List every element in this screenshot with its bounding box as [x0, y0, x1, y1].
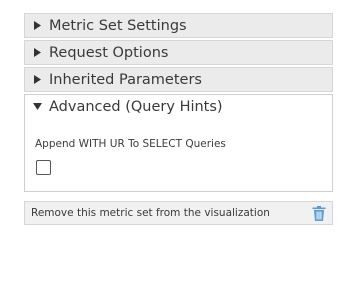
caret-right-icon — [32, 74, 43, 85]
append-with-ur-label: Append WITH UR To SELECT Queries — [35, 138, 226, 150]
caret-down-icon — [32, 101, 43, 112]
caret-right-icon — [32, 20, 43, 31]
section-label: Metric Set Settings — [49, 17, 187, 34]
section-advanced-query-hints[interactable]: Advanced (Query Hints) — [24, 94, 333, 119]
remove-metric-set-label: Remove this metric set from the visualiz… — [31, 207, 270, 219]
append-with-ur-checkbox[interactable] — [36, 160, 51, 175]
section-label: Request Options — [49, 44, 169, 61]
advanced-section-body: Append WITH UR To SELECT Queries — [24, 118, 333, 192]
section-inherited-parameters[interactable]: Inherited Parameters — [24, 67, 333, 92]
trash-icon[interactable] — [312, 206, 326, 221]
section-label: Advanced (Query Hints) — [49, 98, 223, 115]
remove-metric-set-bar: Remove this metric set from the visualiz… — [24, 201, 333, 225]
section-request-options[interactable]: Request Options — [24, 40, 333, 65]
section-metric-set-settings[interactable]: Metric Set Settings — [24, 13, 333, 38]
caret-right-icon — [32, 47, 43, 58]
section-label: Inherited Parameters — [49, 71, 202, 88]
